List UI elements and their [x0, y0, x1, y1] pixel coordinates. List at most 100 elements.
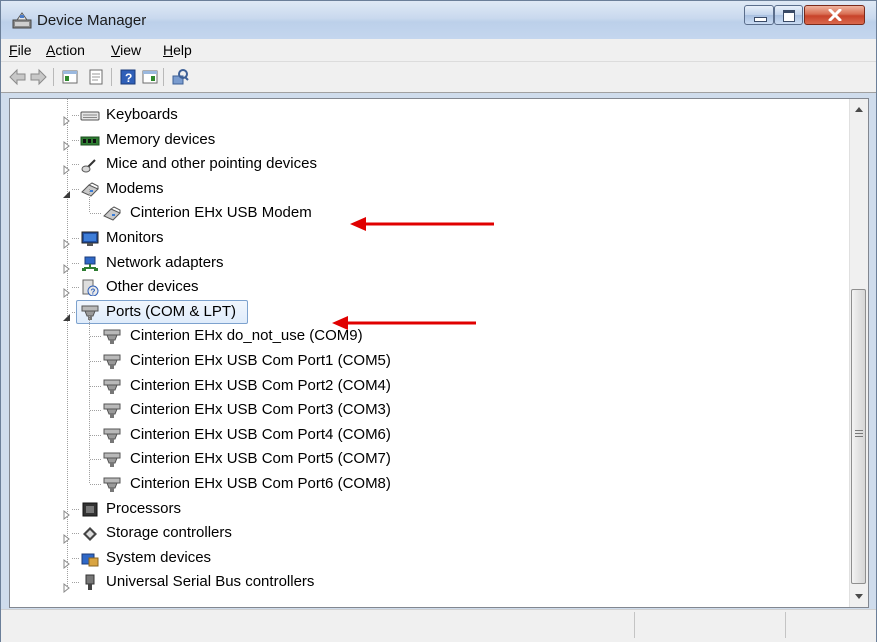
scroll-up-arrow-icon[interactable]: [850, 101, 868, 118]
tree-item-label: Cinterion EHx USB Com Port6 (COM8): [130, 475, 391, 492]
show-hide-tree-icon[interactable]: [61, 68, 79, 86]
tree-category-item[interactable]: ? Other devices: [10, 275, 840, 299]
tree-child-item[interactable]: Cinterion EHx USB Com Port2 (COM4): [10, 361, 840, 398]
tree-child-line: [89, 337, 90, 361]
annotation-arrow-modem: [350, 217, 494, 231]
maximize-button[interactable]: [774, 5, 803, 25]
menu-help-label: elp: [173, 42, 192, 58]
tree-connector: [72, 582, 80, 584]
tree-child-line: [89, 312, 90, 337]
modem-icon: [102, 205, 122, 222]
tree-item-label: Cinterion EHx USB Com Port1 (COM5): [130, 352, 391, 369]
tree-child-item[interactable]: Cinterion EHx USB Com Port3 (COM3): [10, 386, 840, 422]
menu-file-label: ile: [17, 42, 32, 58]
tree-connector: [72, 557, 80, 559]
properties-icon[interactable]: [87, 68, 105, 86]
menu-action[interactable]: Action: [46, 42, 85, 58]
tree-connector: [90, 385, 102, 387]
tree-connector: [72, 188, 80, 190]
status-cell: [634, 612, 785, 638]
device-tree[interactable]: Keyboards Memory devices Mice and other po…: [10, 99, 848, 607]
toolbar-separator: [111, 68, 112, 86]
tree-category-item[interactable]: Storage controllers: [10, 521, 840, 545]
tree-category-item[interactable]: Mice and other pointing devices: [10, 152, 840, 176]
tree-item-label: Cinterion EHx USB Com Port5 (COM7): [130, 450, 391, 468]
menu-help-hotkey: H: [163, 42, 174, 58]
vertical-scrollbar[interactable]: [849, 99, 868, 607]
title-bar[interactable]: Device Manager: [1, 1, 876, 39]
tree-item-label: Monitors: [106, 229, 164, 246]
tree-item-label: Cinterion EHx USB Com Port3 (COM3): [130, 401, 391, 419]
menu-action-label: ction: [55, 42, 85, 58]
menu-file-hotkey: F: [9, 42, 18, 58]
tree-category-item[interactable]: System devices: [10, 546, 840, 570]
device-manager-icon: [12, 12, 32, 29]
tree-connector: [90, 410, 102, 412]
svg-text:?: ?: [91, 288, 96, 297]
back-icon[interactable]: [9, 68, 27, 86]
menu-view-hotkey: V: [111, 42, 121, 58]
scrollbar-thumb[interactable]: [851, 289, 866, 584]
scan-hardware-icon[interactable]: [171, 68, 189, 86]
device-tree-panel: Keyboards Memory devices Mice and other po…: [9, 98, 869, 608]
help-icon[interactable]: ?: [119, 68, 137, 86]
tree-child-line: [89, 386, 90, 411]
tree-category-item[interactable]: Universal Serial Bus controllers: [10, 570, 840, 594]
update-driver-icon[interactable]: [141, 68, 159, 86]
expand-arrow-icon[interactable]: [62, 504, 72, 520]
minimize-button[interactable]: [744, 5, 774, 25]
tree-category-item[interactable]: Memory devices: [10, 128, 840, 152]
expand-arrow-icon[interactable]: [62, 528, 72, 545]
expand-arrow-icon[interactable]: [62, 258, 72, 274]
tree-child-line: [89, 189, 90, 214]
tree-category-item[interactable]: Modems: [10, 177, 840, 201]
tree-category-item[interactable]: Network adapters: [10, 251, 840, 275]
tree-connector: [90, 459, 102, 461]
tree-item-label: Other devices: [106, 278, 199, 296]
scroll-down-arrow-icon[interactable]: [850, 588, 868, 605]
tree-item-label: Ports (COM & LPT): [106, 302, 237, 320]
tree-connector: [72, 508, 80, 510]
tree-child-item[interactable]: Cinterion EHx USB Com Port4 (COM6): [10, 410, 840, 447]
expand-arrow-icon[interactable]: [62, 553, 72, 569]
menu-bar: File Action View Help: [1, 39, 876, 62]
expand-arrow-icon[interactable]: [62, 282, 72, 299]
tree-child-line: [89, 361, 90, 386]
close-button[interactable]: [804, 5, 865, 25]
expand-arrow-icon[interactable]: [62, 577, 72, 594]
tree-child-item[interactable]: Cinterion EHx USB Com Port1 (COM5): [10, 337, 840, 373]
tree-category-item[interactable]: Processors: [10, 497, 840, 521]
tree-item-label: Cinterion EHx USB Com Port2 (COM4): [130, 376, 391, 394]
port-icon: [102, 402, 122, 419]
tree-category-item[interactable]: Keyboards: [10, 103, 840, 127]
thumb-grip: [855, 433, 863, 434]
tree-item-label: Storage controllers: [106, 524, 232, 542]
tree-connector: [72, 164, 80, 166]
maximize-icon: [783, 10, 795, 22]
expand-arrow-icon[interactable]: [62, 233, 72, 250]
tree-item-label: Universal Serial Bus controllers: [106, 573, 315, 591]
tree-child-item[interactable]: Cinterion EHx USB Com Port5 (COM7): [10, 435, 840, 471]
tree-child-item[interactable]: Cinterion EHx USB Com Port6 (COM8): [10, 460, 840, 496]
expand-arrow-icon[interactable]: [62, 110, 72, 127]
tree-child-line: [89, 410, 90, 435]
collapse-arrow-icon[interactable]: [62, 184, 72, 198]
minimize-icon: [754, 17, 767, 22]
tree-connector: [72, 139, 80, 141]
expand-arrow-icon[interactable]: [62, 159, 72, 176]
menu-view[interactable]: View: [111, 42, 141, 58]
menu-file[interactable]: File: [9, 42, 32, 58]
menu-help[interactable]: Help: [163, 42, 192, 58]
collapse-arrow-icon[interactable]: [62, 307, 72, 321]
port-icon: [102, 353, 122, 370]
tree-item-label: Network adapters: [106, 253, 224, 271]
expand-arrow-icon[interactable]: [62, 135, 72, 151]
tree-item-label: Cinterion EHx USB Modem: [130, 204, 312, 222]
tree-item-label: Processors: [106, 499, 182, 517]
forward-icon[interactable]: [29, 68, 47, 86]
unknown-device-icon: ?: [80, 279, 100, 297]
thumb-grip: [855, 430, 863, 431]
tree-connector: [90, 484, 102, 485]
port-icon: [102, 476, 122, 493]
toolbar-separator: [53, 68, 54, 86]
